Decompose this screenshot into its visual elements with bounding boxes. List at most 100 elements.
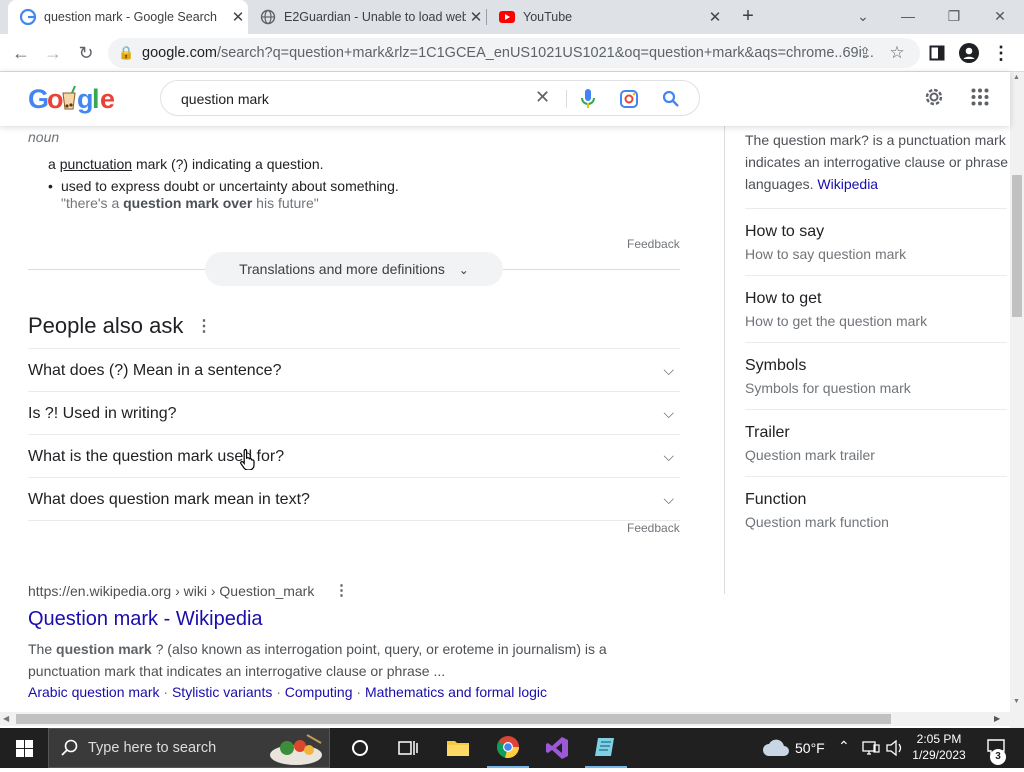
clear-search-icon[interactable]: ✕ [535,87,550,108]
side-panel-icon[interactable] [924,40,950,66]
google-header: G o g l e question mark ✕ [0,72,1010,126]
part-of-speech: noun [28,129,60,145]
reload-icon[interactable]: ↻ [73,40,99,66]
scroll-up-arrow-icon[interactable]: ▲ [1013,74,1020,81]
tray-chevron-up-icon[interactable]: ⌃ [838,738,850,755]
paa-question[interactable]: What does (?) Mean in a sentence? ⌵ [28,348,680,391]
tab-google-search[interactable]: question mark - Google Search ✕ [8,0,248,34]
clock[interactable]: 2:05 PM 1/29/2023 [908,731,970,763]
windows-taskbar: Type here to search 50°F ⌃ 2:05 PM 1/29/… [0,728,1024,768]
vertical-scrollbar[interactable]: ▲ ▼ [1010,72,1024,712]
kebab-menu-icon[interactable]: ⋮ [988,40,1014,66]
paa-question[interactable]: What is the question mark used for? ⌵ [28,434,680,477]
tab-close-icon[interactable]: ✕ [228,8,248,26]
notification-count-badge: 3 [990,749,1006,765]
result-more-icon[interactable]: ⋮ [334,581,349,599]
youtube-icon [499,9,515,25]
feedback-link[interactable]: Feedback [627,237,680,251]
scrollbar-thumb[interactable] [16,714,891,724]
file-explorer-icon[interactable] [437,728,479,768]
back-arrow-icon[interactable]: ← [8,40,34,66]
more-definitions-button[interactable]: Translations and more definitions ⌄ [205,252,503,286]
network-icon[interactable] [860,728,882,768]
side-item[interactable]: Function Question mark function [745,476,1007,543]
forward-arrow-icon[interactable]: → [40,40,66,66]
tab-close-icon[interactable]: ✕ [466,8,486,26]
snippet-text: ? (also known as interrogation point, qu… [151,641,607,657]
windows-start-icon[interactable] [0,728,48,768]
sublink[interactable]: Mathematics and formal logic [365,684,547,700]
paa-question[interactable]: Is ?! Used in writing? ⌵ [28,391,680,434]
definition-bullet-text: used to express doubt or uncertainty abo… [61,178,399,194]
tab-youtube[interactable]: YouTube ✕ [487,0,725,34]
paa-question[interactable]: What does question mark mean in text? ⌵ [28,477,680,521]
google-doodle-logo[interactable]: G o g l e [28,84,118,116]
sublink[interactable]: Arabic question mark [28,684,160,700]
result-url[interactable]: https://en.wikipedia.org › wiki › Questi… [28,583,314,599]
definition-example: "there's a question mark over his future… [61,195,319,211]
lock-icon[interactable]: 🔒 [118,38,134,68]
result-title-link[interactable]: Question mark - Wikipedia [28,608,263,631]
tab-search-icon[interactable]: ⌄ [843,4,883,28]
close-window-button[interactable]: ✕ [980,4,1020,28]
microphone-icon[interactable] [581,89,595,114]
scroll-down-arrow-icon[interactable]: ▼ [1013,698,1020,705]
settings-gear-icon[interactable] [923,86,945,113]
paa-more-icon[interactable]: ⋮ [196,316,212,336]
side-item-subtitle: Question mark function [745,514,889,530]
side-item[interactable]: Symbols Symbols for question mark [745,342,1007,409]
clock-date: 1/29/2023 [912,748,966,762]
chevron-down-icon: ⌵ [663,491,674,507]
side-item-subtitle: Question mark trailer [745,447,875,463]
apps-grid-icon[interactable] [971,88,989,111]
taskbar-search-box[interactable]: Type here to search [48,728,330,768]
lens-camera-icon[interactable] [620,90,638,113]
feedback-link[interactable]: Feedback [627,521,680,535]
scroll-left-arrow-icon[interactable]: ◀ [3,714,9,723]
wikipedia-link[interactable]: Wikipedia [817,176,878,192]
scroll-right-arrow-icon[interactable]: ▶ [994,714,1000,723]
search-input[interactable]: question mark [181,91,269,107]
restore-button[interactable]: ❐ [934,4,974,28]
search-box[interactable]: question mark ✕ [160,80,700,116]
side-desc-text: indicates an interrogative clause or phr… [745,154,1009,170]
scrollbar-thumb[interactable] [1012,175,1022,317]
cortana-icon[interactable] [340,728,380,768]
address-bar[interactable]: 🔒 google.com/search?q=question+mark&rlz=… [108,38,920,68]
side-item[interactable]: Trailer Question mark trailer [745,409,1007,476]
svg-text:e: e [100,84,115,114]
example-text: "there's a [61,195,124,211]
tab-e2guardian[interactable]: E2Guardian - Unable to load web ✕ [248,0,486,34]
url-path: /search?q=question+mark&rlz=1C1GCEA_enUS… [216,45,874,61]
side-item-subtitle: How to get the question mark [745,313,928,329]
side-item-subtitle: How to say question mark [745,246,907,262]
definition-text: a [48,156,60,172]
chevron-down-icon: ⌵ [663,405,674,421]
visual-studio-icon[interactable] [536,728,578,768]
tab-close-icon[interactable]: ✕ [705,8,725,26]
browser-tab-strip: question mark - Google Search ✕ E2Guardi… [0,0,1024,34]
side-item[interactable]: How to get How to get the question mark [745,275,1007,342]
sublink[interactable]: Computing [285,684,353,700]
snippet-text: punctuation mark that indicates an inter… [28,663,446,679]
bookmark-star-icon[interactable]: ☆ [884,40,910,66]
new-tab-button[interactable]: + [735,5,761,29]
minimize-button[interactable]: — [888,4,928,28]
search-divider [566,90,567,108]
share-icon[interactable]: ⇪ [852,40,878,66]
task-view-icon[interactable] [388,728,428,768]
horizontal-scrollbar[interactable]: ◀ ▶ [0,712,1010,726]
definition-link[interactable]: punctuation [60,156,132,172]
weather-cloud-icon[interactable] [760,728,792,768]
search-icon[interactable] [662,90,680,113]
app-window-icon[interactable] [585,728,627,768]
sublink[interactable]: Stylistic variants [172,684,272,700]
paa-heading: People also ask [28,313,184,338]
scroll-corner [1010,712,1024,728]
side-item[interactable]: How to say How to say question mark [745,208,1007,275]
chrome-icon[interactable] [487,728,529,768]
profile-avatar-icon[interactable] [956,40,982,66]
paa-question-text: What does (?) Mean in a sentence? [28,362,282,379]
volume-icon[interactable] [884,728,906,768]
weather-temperature[interactable]: 50°F [795,740,825,756]
